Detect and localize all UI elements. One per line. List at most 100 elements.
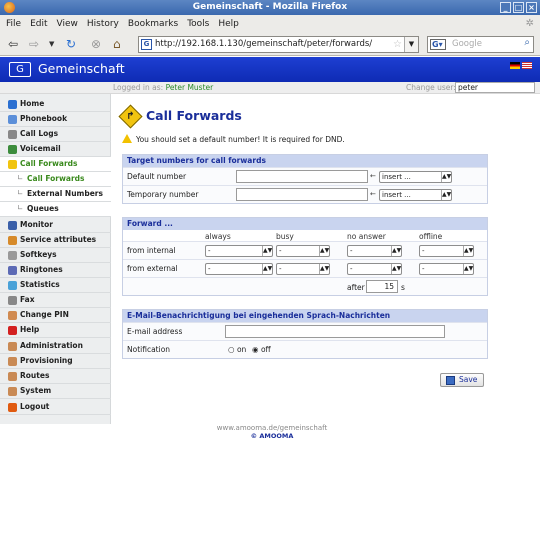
default-number-row: Default number ← insert ... ▲▼	[123, 167, 487, 185]
sidebar-item-label: Provisioning	[20, 356, 73, 365]
sidebar-item-statistics[interactable]: Statistics	[0, 278, 111, 293]
sidebar-item-label: Change PIN	[20, 310, 69, 319]
footer-copyright: © AMOOMA	[250, 432, 294, 440]
internal-always-select[interactable]: - ▲▼	[205, 245, 273, 257]
logout-icon	[8, 403, 17, 412]
warning-message: You should set a default number! It is r…	[122, 134, 345, 144]
notification-off-option[interactable]: ◉ off	[252, 345, 271, 354]
sidebar-item-administration[interactable]: Administration	[0, 339, 111, 354]
target-numbers-panel: Target numbers for call forwards Default…	[122, 154, 488, 204]
url-dropdown-icon[interactable]: ▼	[404, 37, 418, 52]
stats-icon	[8, 281, 17, 290]
notification-off-label: off	[260, 345, 271, 354]
external-busy-select[interactable]: - ▲▼	[276, 263, 330, 275]
menu-help[interactable]: Help	[218, 19, 239, 29]
default-number-insert-select[interactable]: insert ... ▲▼	[379, 171, 452, 183]
sidebar-item-fax[interactable]: Fax	[0, 293, 111, 308]
close-button[interactable]: ×	[526, 2, 537, 13]
email-address-label: E-mail address	[127, 327, 183, 336]
external-always-select[interactable]: - ▲▼	[205, 263, 273, 275]
minimize-button[interactable]: _	[500, 2, 511, 13]
email-address-row: E-mail address	[123, 322, 487, 340]
sidebar-item-routes[interactable]: Routes	[0, 369, 111, 384]
stop-icon[interactable]: ⊗	[91, 36, 101, 52]
internal-no-answer-select[interactable]: - ▲▼	[347, 245, 402, 257]
timeout-input[interactable]: 15	[366, 280, 398, 293]
menu-edit[interactable]: Edit	[30, 19, 47, 29]
column-no-answer: no answer	[347, 232, 386, 241]
page-title: Call Forwards	[146, 108, 242, 123]
notification-on-label: on	[236, 345, 247, 354]
sidebar-item-logout[interactable]: Logout	[0, 400, 111, 415]
search-placeholder: Google	[452, 39, 482, 49]
temporary-number-input[interactable]	[236, 188, 368, 201]
column-offline: offline	[419, 232, 443, 241]
sidebar-item-label: Statistics	[20, 280, 60, 289]
forward-icon[interactable]: ⇨	[29, 36, 39, 52]
menu-view[interactable]: View	[57, 19, 78, 29]
reload-icon[interactable]: ↻	[66, 36, 76, 52]
save-button[interactable]: Save	[440, 373, 484, 387]
sidebar-item-softkeys[interactable]: Softkeys	[0, 248, 111, 263]
external-no-answer-select[interactable]: - ▲▼	[347, 263, 402, 275]
bookmark-star-icon[interactable]: ☆	[393, 37, 402, 52]
sidebar-item-change-pin[interactable]: Change PIN	[0, 308, 111, 323]
menu-file[interactable]: File	[6, 19, 21, 29]
url-bar[interactable]: G http://192.168.1.130/gemeinschaft/pete…	[138, 36, 419, 53]
sidebar-item-voicemail[interactable]: Voicemail	[0, 142, 111, 157]
forward-timeout-row: after 15 s	[123, 277, 487, 295]
sidebar-item-provisioning[interactable]: Provisioning	[0, 354, 111, 369]
internal-offline-select[interactable]: - ▲▼	[419, 245, 474, 257]
sidebar-item-ringtones[interactable]: Ringtones	[0, 263, 111, 278]
footer-link[interactable]: www.amooma.de/gemeinschaft	[112, 424, 432, 432]
app-header: G Gemeinschaft	[0, 57, 540, 82]
warning-text: You should set a default number! It is r…	[136, 135, 345, 144]
search-box[interactable]: G▾ Google ⌕	[427, 36, 534, 53]
history-dropdown-icon[interactable]: ▼	[49, 36, 54, 52]
notification-on-option[interactable]: ○ on	[228, 345, 246, 354]
default-number-input[interactable]	[236, 170, 368, 183]
temporary-number-insert-select[interactable]: insert ... ▲▼	[379, 189, 452, 201]
sidebar-item-call-logs[interactable]: Call Logs	[0, 127, 111, 142]
tree-branch-icon: ∟	[17, 173, 24, 182]
search-engine-icon[interactable]: G▾	[430, 39, 446, 50]
sidebar-subitem-call-forwards[interactable]: ∟ Call Forwards	[0, 172, 111, 187]
sidebar-item-system[interactable]: System	[0, 384, 111, 399]
sidebar-item-phonebook[interactable]: Phonebook	[0, 112, 111, 127]
sidebar-item-help[interactable]: Help	[0, 323, 111, 338]
home-icon[interactable]: ⌂	[113, 36, 121, 52]
external-offline-select[interactable]: - ▲▼	[419, 263, 474, 275]
select-arrow-icon: ▲▼	[391, 264, 402, 274]
internal-busy-select[interactable]: - ▲▼	[276, 245, 330, 257]
sidebar-subitem-external-numbers[interactable]: ∟ External Numbers	[0, 187, 111, 202]
menu-tools[interactable]: Tools	[187, 19, 209, 29]
throbber-icon: ✲	[525, 18, 534, 29]
sidebar-subitem-queues[interactable]: ∟ Queues	[0, 202, 111, 217]
search-icon[interactable]: ⌕	[524, 37, 530, 48]
select-arrow-icon: ▲▼	[319, 264, 330, 274]
change-user-input[interactable]	[455, 82, 535, 93]
menu-history[interactable]: History	[87, 19, 119, 29]
german-flag-icon[interactable]	[510, 62, 520, 69]
phonebook-icon	[8, 115, 17, 124]
sidebar: Home Phonebook Call Logs Voicemail Call Forw…	[0, 94, 111, 424]
english-flag-icon[interactable]	[522, 62, 532, 69]
site-favicon-icon: G	[141, 39, 152, 50]
logged-in-label: Logged in as:	[113, 83, 164, 92]
select-arrow-icon: ▲▼	[463, 264, 474, 274]
back-icon[interactable]: ⇦	[8, 36, 18, 52]
help-icon	[8, 326, 17, 335]
logged-in-info: Logged in as: Peter Muster	[113, 83, 213, 92]
temporary-number-label: Temporary number	[127, 190, 199, 199]
sidebar-item-monitor[interactable]: Monitor	[0, 218, 111, 233]
email-address-input[interactable]	[225, 325, 445, 338]
sidebar-item-service-attributes[interactable]: Service attributes	[0, 233, 111, 248]
maximize-button[interactable]: □	[513, 2, 524, 13]
sidebar-item-home[interactable]: Home	[0, 97, 111, 112]
menu-bookmarks[interactable]: Bookmarks	[128, 19, 178, 29]
sidebar-item-label: Queues	[27, 204, 59, 213]
select-arrow-icon: ▲▼	[262, 246, 273, 256]
sidebar-item-call-forwards[interactable]: Call Forwards	[0, 157, 111, 172]
window-title: Gemeinschaft - Mozilla Firefox	[192, 2, 348, 12]
change-user-label: Change user:	[406, 83, 456, 92]
